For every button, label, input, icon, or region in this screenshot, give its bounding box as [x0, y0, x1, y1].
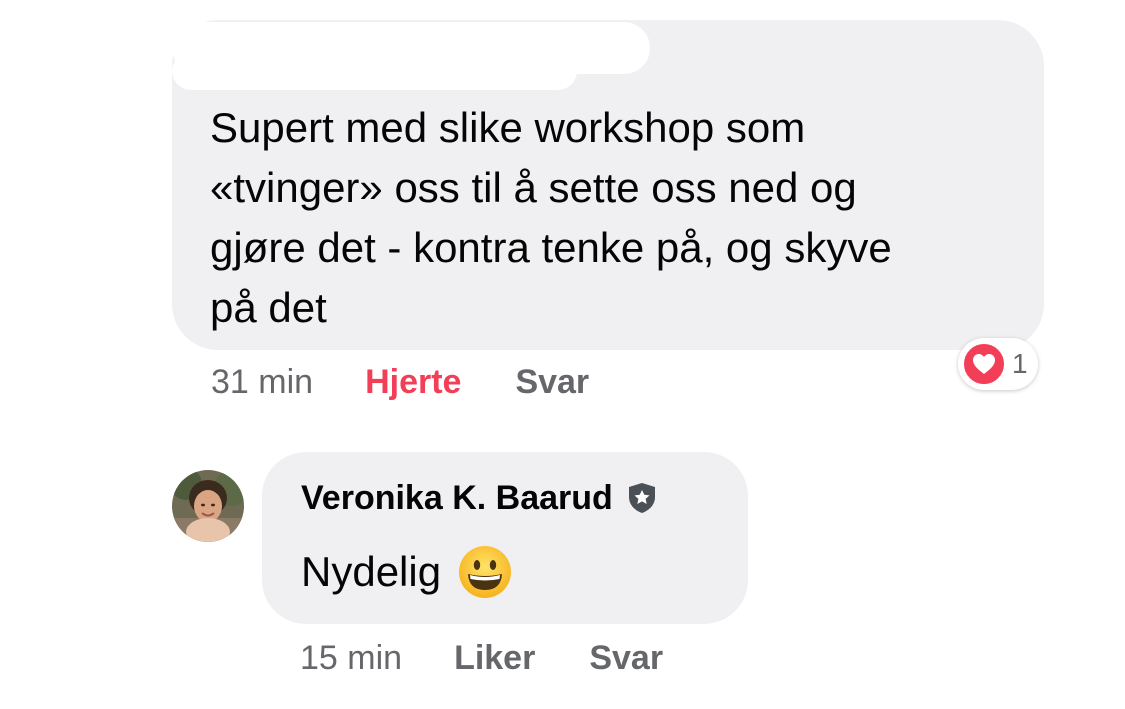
reaction-count: 1	[1012, 348, 1028, 379]
like-button[interactable]: Liker	[454, 639, 535, 678]
reply-actions: 15 min Liker Svar	[300, 636, 717, 680]
author-name[interactable]: Veronika K. Baarud	[301, 479, 613, 518]
reply-body: Nydelig	[301, 540, 513, 604]
comment-text: Supert med slike workshop som «tvinger» …	[210, 104, 892, 331]
comment-actions: 31 min Hjerte Svar	[211, 360, 643, 404]
grinning-face-emoji-icon	[457, 544, 513, 600]
reply-timestamp: 15 min	[300, 638, 403, 677]
reply-author: Veronika K. Baarud	[301, 474, 657, 522]
reply-text: Nydelig	[301, 548, 442, 595]
avatar[interactable]	[172, 470, 244, 542]
reaction-count-badge[interactable]: 1	[958, 338, 1038, 390]
shield-star-icon	[627, 482, 657, 514]
reply-button[interactable]: Svar	[589, 639, 663, 678]
comment-timestamp: 31 min	[211, 362, 314, 401]
comment-thread: Supert med slike workshop som «tvinger» …	[0, 0, 1125, 709]
heart-icon	[962, 342, 1006, 386]
redacted-author-name	[172, 52, 577, 90]
reaction-button[interactable]: Hjerte	[365, 363, 461, 402]
reply-button[interactable]: Svar	[515, 363, 589, 402]
